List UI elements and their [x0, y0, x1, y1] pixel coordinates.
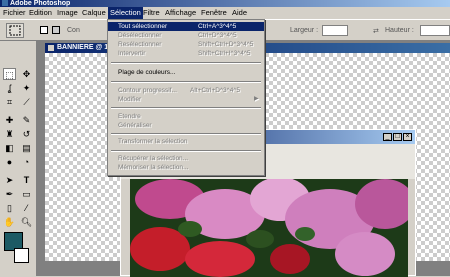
crop-tool-icon[interactable]: ⌗ — [3, 96, 16, 108]
height-input[interactable] — [420, 25, 450, 36]
minimize-icon[interactable]: _ — [383, 133, 392, 141]
menu-separator — [111, 133, 261, 135]
menu-item-intervertir[interactable]: Intervertir Shift+Ctrl+I^3^4^5 — [108, 49, 264, 58]
menu-fenetre[interactable]: Fenêtre — [199, 7, 229, 19]
width-label: Largeur : — [290, 27, 319, 34]
photoshop-icon — [2, 0, 8, 6]
flower-photo[interactable] — [130, 179, 408, 277]
submenu-arrow-icon: ▶ — [254, 96, 259, 102]
menu-item-transformer-selection[interactable]: Transformer la sélection — [108, 137, 264, 146]
app-title: Adobe Photoshop — [10, 0, 71, 7]
notes-tool-icon[interactable]: ▯ — [3, 202, 16, 214]
menu-edition[interactable]: Edition — [27, 7, 54, 19]
app-title-bar: Adobe Photoshop — [0, 0, 450, 7]
menu-item-etendre[interactable]: Etendre — [108, 112, 264, 121]
lasso-tool-icon[interactable]: ʆ — [3, 82, 16, 94]
azalea-image — [130, 179, 408, 277]
maximize-icon[interactable]: □ — [393, 133, 402, 141]
menu-item-deselectionner[interactable]: Désélectionner Ctrl+D^3^4^5 — [108, 31, 264, 40]
menu-affichage[interactable]: Affichage — [163, 7, 198, 19]
menu-fichier[interactable]: Fichier — [1, 7, 28, 19]
slice-tool-icon[interactable]: ⟋ — [20, 96, 33, 108]
type-tool-icon[interactable]: T — [20, 174, 33, 186]
menu-selection[interactable]: Sélection — [108, 7, 143, 19]
menu-separator — [111, 107, 261, 109]
menu-item-recuperer-selection[interactable]: Récupérer la sélection... — [108, 154, 264, 163]
menu-item-tout-selectionner[interactable]: Tout sélectionner Ctrl+A^3^4^5 — [108, 22, 264, 31]
clone-stamp-tool-icon[interactable]: ♜ — [3, 128, 16, 140]
menu-filtre[interactable]: Filtre — [141, 7, 162, 19]
selection-menu-bottom: Récupérer la sélection... Mémoriser la s… — [107, 149, 265, 176]
width-input[interactable] — [322, 25, 348, 36]
menu-item-reselectionner[interactable]: Resélectionner Shift+Ctrl+D^3^4^5 — [108, 40, 264, 49]
brush-tool-icon[interactable]: ✎ — [20, 114, 33, 126]
gradient-tool-icon[interactable]: ▤ — [20, 142, 33, 154]
move-tool-icon[interactable]: ✥ — [20, 68, 33, 80]
zoom-tool-icon[interactable]: 🔍︎ — [20, 216, 33, 228]
menu-separator — [111, 62, 261, 64]
menu-item-modifier[interactable]: Modifier ▶ — [108, 95, 264, 104]
menu-separator — [111, 150, 261, 152]
eyedropper-tool-icon[interactable]: ⁄ — [20, 202, 33, 214]
selection-menu: Tout sélectionner Ctrl+A^3^4^5 Désélectio… — [107, 19, 265, 151]
marquee-icon — [9, 25, 21, 36]
magic-wand-tool-icon[interactable]: ✦ — [20, 82, 33, 94]
path-selection-tool-icon[interactable]: ➤ — [3, 174, 16, 186]
history-brush-tool-icon[interactable]: ↺ — [20, 128, 33, 140]
healing-brush-tool-icon[interactable]: ✚ — [3, 114, 16, 126]
blur-tool-icon[interactable]: ● — [3, 156, 16, 168]
menu-image[interactable]: Image — [55, 7, 80, 19]
close-icon[interactable]: × — [403, 133, 412, 141]
menu-item-contour-progressif[interactable]: Contour progressif... Alt+Ctrl+D^3^4^5 — [108, 86, 264, 95]
hand-tool-icon[interactable]: ✋ — [3, 216, 16, 228]
swap-icon[interactable]: ⇄ — [373, 27, 379, 35]
pen-tool-icon[interactable]: ✒ — [3, 188, 16, 200]
shape-tool-icon[interactable]: ▭ — [20, 188, 33, 200]
menu-item-plage-de-couleurs[interactable]: Plage de couleurs... — [108, 68, 264, 77]
eraser-tool-icon[interactable]: ◧ — [3, 142, 16, 154]
dodge-tool-icon[interactable]: ◔ — [20, 156, 33, 168]
menu-item-generaliser[interactable]: Généraliser — [108, 121, 264, 130]
menu-separator — [111, 81, 261, 83]
options-con-label: Con — [67, 27, 80, 34]
menu-bar: Fichier Edition Image Calque Sélection F… — [0, 7, 450, 19]
menu-item-memoriser-selection[interactable]: Mémoriser la sélection... — [108, 163, 264, 172]
document-icon — [48, 45, 54, 51]
menu-calque[interactable]: Calque — [80, 7, 108, 19]
marquee-tool-preset-button[interactable] — [6, 23, 24, 38]
new-selection-icon[interactable] — [40, 26, 48, 34]
menu-aide[interactable]: Aide — [230, 7, 249, 19]
background-color-swatch[interactable] — [14, 248, 29, 263]
height-label: Hauteur : — [385, 27, 414, 34]
marquee-tool-icon[interactable]: ⬚ — [3, 68, 16, 80]
add-selection-icon[interactable] — [52, 26, 60, 34]
document-title: BANNIERE @ 1 — [57, 44, 109, 51]
